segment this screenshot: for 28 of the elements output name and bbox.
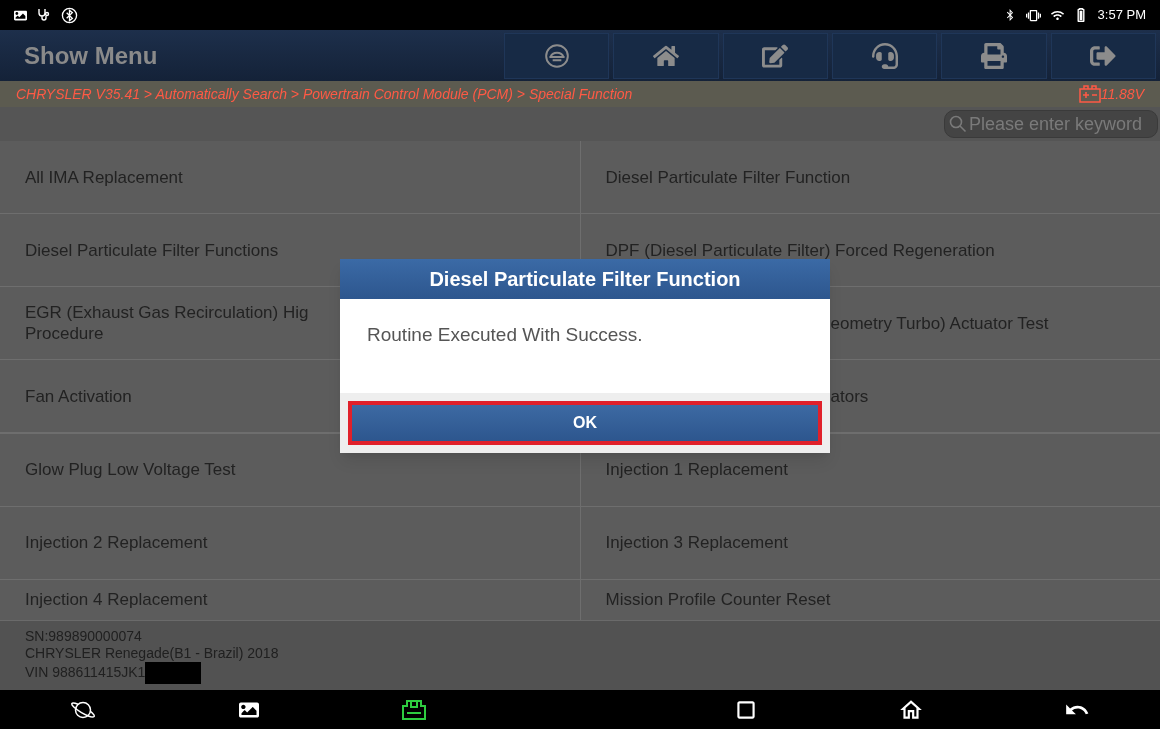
- edit-icon: [762, 42, 789, 69]
- menu-item[interactable]: All IMA Replacement: [0, 141, 580, 213]
- image-icon: [14, 8, 27, 22]
- menu-item[interactable]: Injection 4 Replacement: [0, 579, 580, 620]
- stethoscope-icon: [37, 8, 51, 22]
- menu-item[interactable]: Diesel Particulate Filter Function: [580, 141, 1160, 213]
- toolbar-button[interactable]: [941, 32, 1047, 79]
- search-icon: [949, 115, 967, 133]
- bluetooth-circle-icon: [61, 6, 78, 24]
- redaction-block: [145, 661, 202, 684]
- toolbar-button[interactable]: [504, 32, 610, 79]
- ok-button[interactable]: OK: [348, 401, 822, 445]
- vibrate-icon: [1025, 7, 1041, 23]
- toolbar-button[interactable]: [613, 32, 719, 79]
- headset-icon: [871, 42, 898, 69]
- menu-item[interactable]: Injection 3 Replacement: [580, 506, 1160, 579]
- page-title: Show Menu: [24, 40, 159, 71]
- toolbar-button[interactable]: [832, 32, 938, 79]
- clock: 3:57 PM: [1097, 6, 1146, 25]
- menu-item[interactable]: Mission Profile Counter Reset: [580, 579, 1160, 620]
- toolbar-button[interactable]: [722, 32, 828, 79]
- car-battery-icon: [1078, 85, 1101, 103]
- menu-item[interactable]: Injection 2 Replacement: [0, 506, 580, 579]
- wifi-icon: [1050, 8, 1064, 22]
- printer-icon: [980, 42, 1007, 69]
- breadcrumb-path: CHRYSLER V35.41 > Automatically Search > Powertrain Control Module (PCM) > Special Function: [16, 84, 634, 104]
- battery-voltage: 11.88V: [1100, 84, 1144, 104]
- toolbar-button[interactable]: [1050, 32, 1156, 79]
